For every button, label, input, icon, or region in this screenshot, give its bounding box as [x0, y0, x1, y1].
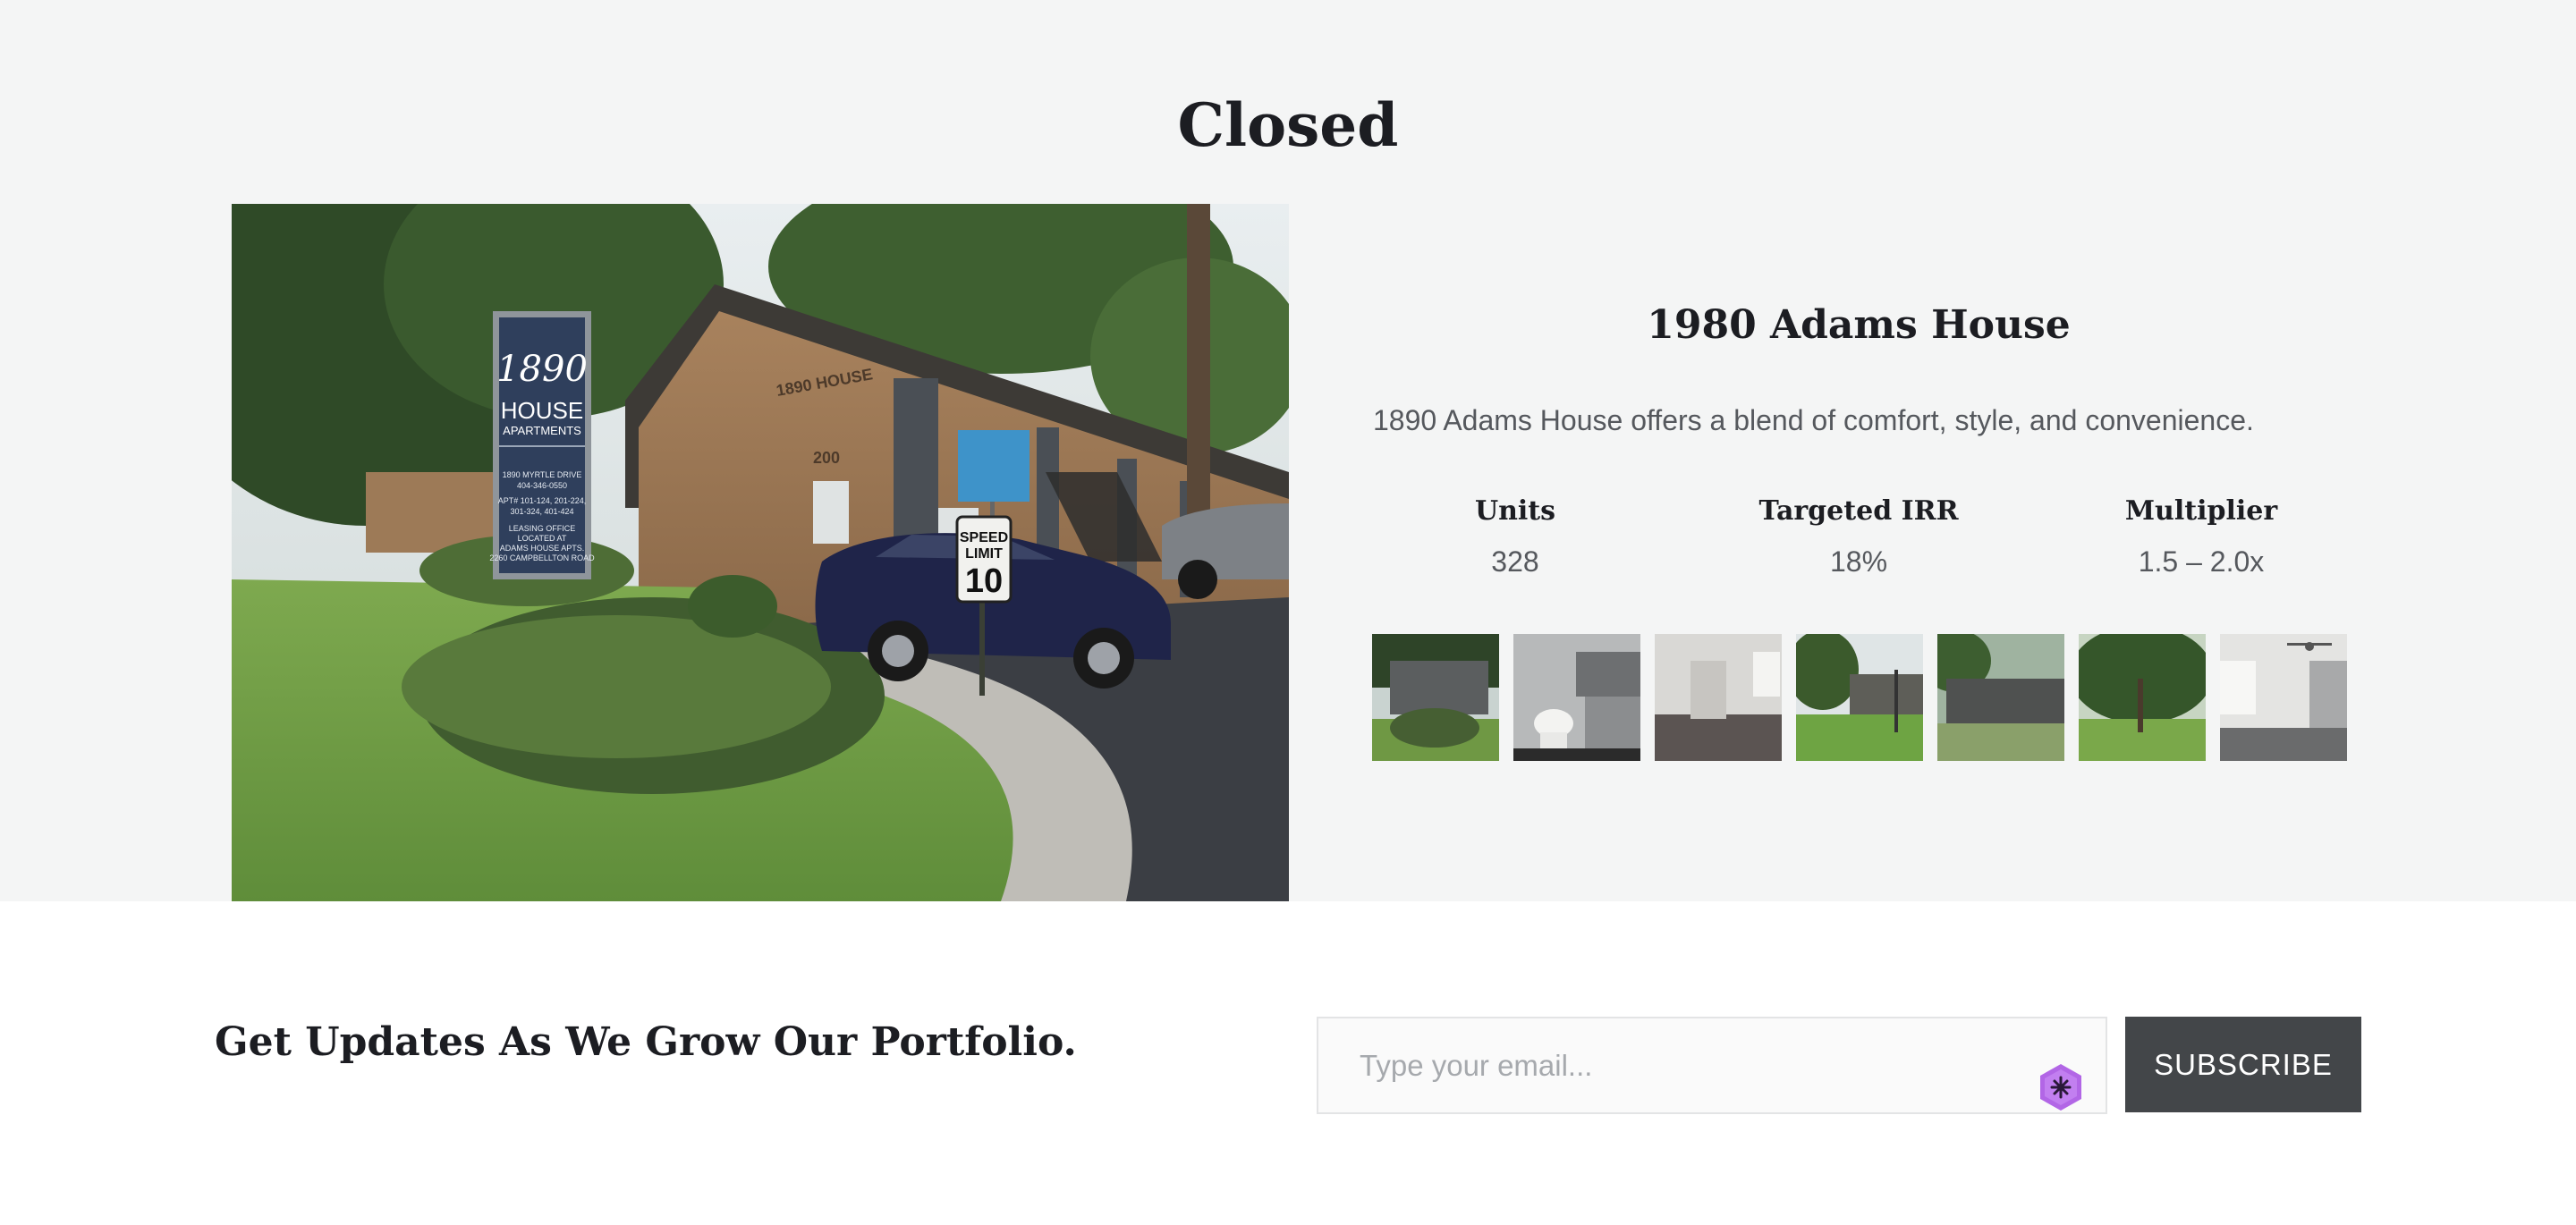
section-title: Closed — [1177, 90, 1399, 160]
sign-brand: 1890 — [496, 349, 588, 390]
stat-label: Units — [1474, 495, 1556, 527]
thumbnail-bathroom[interactable] — [1513, 634, 1640, 761]
sign-line: ADAMS HOUSE APTS. — [500, 544, 585, 553]
stat-multiplier: Multiplier 1.5 – 2.0x — [2067, 492, 2335, 581]
stat-value: 18% — [1829, 545, 1888, 578]
sign-line: LOCATED AT — [518, 534, 567, 543]
property-description: 1890 Adams House offers a blend of comfo… — [1373, 404, 2254, 436]
email-input[interactable] — [1317, 1017, 2107, 1114]
thumbnail-trees-lawn[interactable] — [2079, 634, 2206, 761]
sign-line: 301-324, 401-424 — [510, 507, 573, 516]
speed-sign-line-2: LIMIT — [965, 546, 1003, 562]
stat-value: 1.5 – 2.0x — [2138, 545, 2265, 578]
sign-line: 1890 MYRTLE DRIVE — [503, 470, 582, 479]
sign-apartments: APARTMENTS — [503, 424, 581, 437]
thumbnail-bedroom-fan[interactable] — [2220, 634, 2347, 761]
stat-units: Units 328 — [1381, 492, 1649, 581]
email-assistant-icon[interactable] — [2038, 1062, 2084, 1112]
sign-line: 404-346-0550 — [517, 481, 567, 490]
thumbnail-courtyard-lawn[interactable] — [1796, 634, 1923, 761]
stat-label: Targeted IRR — [1758, 495, 1959, 527]
sign-house: HOUSE — [501, 397, 583, 424]
property-name: 1980 Adams House — [1647, 302, 2071, 348]
stat-value: 328 — [1491, 545, 1539, 578]
property-photo: 1890 HOUSE 200 SPEED LIMIT 10 1890 HOUSE… — [232, 204, 1289, 901]
subscribe-button[interactable]: SUBSCRIBE — [2125, 1017, 2361, 1112]
photo-gallery — [1372, 634, 2347, 761]
stat-label: Multiplier — [2124, 495, 2278, 527]
speed-sign-number: 10 — [965, 562, 1003, 600]
sign-line: LEASING OFFICE — [509, 524, 576, 533]
sign-line: APT# 101-124, 201-224, — [498, 496, 587, 505]
thumbnail-exterior-shrubs[interactable] — [1372, 634, 1499, 761]
newsletter-title: Get Updates As We Grow Our Portfolio. — [215, 1019, 1077, 1065]
building-number: 200 — [813, 449, 840, 467]
speed-sign-line-1: SPEED — [960, 530, 1008, 545]
thumbnail-building-row[interactable] — [1937, 634, 2064, 761]
thumbnail-living-room[interactable] — [1655, 634, 1782, 761]
stat-targeted-irr: Targeted IRR 18% — [1724, 492, 1993, 581]
sign-line: 2260 CAMPBELLTON ROAD — [489, 553, 595, 562]
